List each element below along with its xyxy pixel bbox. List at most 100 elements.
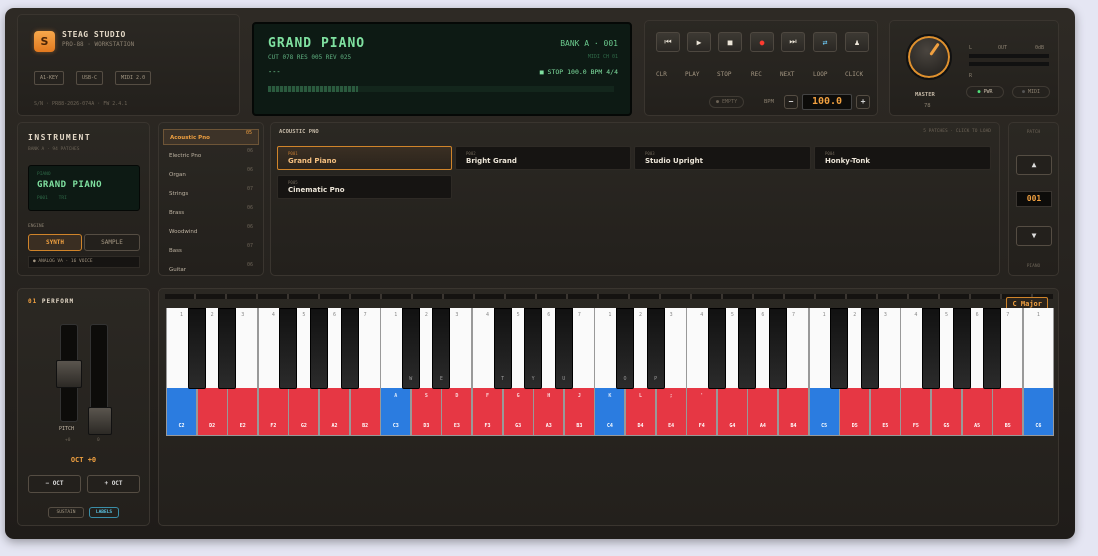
black-key[interactable]: P	[646, 308, 665, 389]
black-key[interactable]: U	[554, 308, 573, 389]
instrument-title: INSTRUMENT	[28, 133, 92, 142]
tag-midi: MIDI 2.0	[115, 71, 152, 85]
category-strings[interactable]: Strings 07	[163, 186, 259, 202]
category-guitar[interactable]: Guitar 06	[163, 262, 259, 275]
key-note-label: A5	[974, 423, 981, 429]
stop-label: STOP	[717, 71, 732, 78]
master-volume-knob[interactable]	[906, 34, 952, 80]
key-note-label: D2	[209, 423, 216, 429]
key-note-label: F3	[484, 423, 491, 429]
instrument-lcd: PIANO GRAND PIANO P001 TRI	[28, 165, 140, 211]
black-key[interactable]: W	[401, 308, 420, 389]
rec-label: REC	[751, 71, 762, 78]
display-meter	[268, 86, 614, 92]
white-key-c6[interactable]: 1 C6	[1022, 308, 1054, 436]
brand-panel: S STEAG STUDIO PRO-88 · WORKSTATION A1-K…	[17, 14, 240, 116]
play-label: PLAY	[685, 71, 700, 78]
black-key[interactable]	[952, 308, 971, 389]
loop-button[interactable]: ⇄	[813, 32, 837, 52]
bpm-value[interactable]: 100.0	[802, 94, 852, 110]
patch-studio-upright[interactable]: P003 Studio Upright	[634, 146, 811, 170]
pitch-wheel[interactable]	[56, 324, 82, 422]
black-key[interactable]	[830, 308, 849, 389]
sample-engine-button[interactable]: SAMPLE	[84, 234, 140, 251]
patch-name: Studio Upright	[645, 157, 703, 165]
key-note-cap: E5	[870, 388, 900, 435]
category-bass[interactable]: Bass 07	[163, 243, 259, 259]
skip-forward-icon: ⏭	[789, 37, 797, 46]
key-note-label: C5	[821, 423, 828, 429]
key-shortcut-label: H	[547, 393, 551, 399]
next-button[interactable]: ⏭	[781, 32, 805, 52]
black-key[interactable]	[707, 308, 726, 389]
key-note-label: E2	[239, 423, 246, 429]
clear-button[interactable]: ⏮	[656, 32, 680, 52]
black-key[interactable]	[922, 308, 940, 389]
key-note-cap: A5	[962, 388, 992, 435]
patch-honky-tonk[interactable]: P004 Honky-Tonk	[814, 146, 991, 170]
key-note-label: D3	[423, 423, 430, 429]
pitch-wheel-thumb[interactable]	[56, 360, 82, 388]
patch-number-display: 001	[1016, 191, 1052, 207]
black-key[interactable]	[860, 308, 879, 389]
play-button[interactable]: ▶	[687, 32, 711, 52]
patch-name: Bright Grand	[466, 157, 517, 165]
category-electric-pno[interactable]: Electric Pno 06	[163, 148, 259, 164]
category-woodwind[interactable]: Woodwind 06	[163, 224, 259, 240]
stop-icon: ■	[727, 37, 733, 47]
black-key[interactable]: E	[432, 308, 451, 389]
power-label: PWR	[983, 89, 993, 95]
stop-button[interactable]: ■	[718, 32, 742, 52]
key-note-cap: F F3	[473, 388, 503, 435]
black-key[interactable]: T	[493, 308, 512, 389]
record-button[interactable]: ●	[750, 32, 774, 52]
key-note-cap: ' F4	[687, 388, 717, 435]
out-db-label: 0dB	[1035, 45, 1045, 51]
display-line3: ---	[268, 68, 281, 76]
black-key[interactable]	[218, 308, 237, 389]
category-count: 07	[246, 186, 253, 192]
black-key[interactable]	[340, 308, 359, 389]
key-note-cap: F2	[258, 388, 288, 435]
master-label: MASTER	[915, 92, 935, 98]
pitch-value: +0	[65, 438, 71, 443]
sustain-toggle[interactable]: SUSTAIN	[48, 507, 84, 518]
mod-wheel[interactable]	[88, 324, 112, 435]
black-key[interactable]	[769, 308, 787, 389]
key-note-cap: H A3	[534, 388, 564, 435]
octave-up-button[interactable]: + OCT	[87, 475, 140, 493]
empty-indicator: ● EMPTY	[709, 96, 745, 108]
category-brass[interactable]: Brass 06	[163, 205, 259, 221]
bpm-increment-button[interactable]: +	[856, 95, 870, 109]
bpm-decrement-button[interactable]: −	[784, 95, 798, 109]
black-key[interactable]: O	[616, 308, 634, 389]
black-key[interactable]: Y	[524, 308, 543, 389]
black-key[interactable]	[310, 308, 328, 389]
labels-toggle[interactable]: LABELS	[89, 507, 119, 518]
patch-up-button[interactable]: ▲	[1016, 155, 1052, 175]
brand-name: STEAG STUDIO	[62, 30, 126, 39]
patch-grand-piano[interactable]: P001 Grand Piano	[277, 146, 452, 170]
synth-engine-button[interactable]: SYNTH	[28, 234, 82, 251]
patch-name: Honky-Tonk	[825, 157, 871, 165]
category-acoustic-pno[interactable]: Acoustic Pno 05	[163, 129, 259, 145]
key-note-label: F2	[270, 423, 277, 429]
key-shortcut-label: G	[516, 393, 520, 399]
patch-cinematic-pno[interactable]: P005 Cinematic Pno	[277, 175, 452, 199]
black-key[interactable]	[279, 308, 298, 389]
key-note-cap: A4	[748, 388, 778, 435]
patch-down-button[interactable]: ▼	[1016, 226, 1052, 246]
engine-voice-info: ● ANALOG VA · 16 VOICE	[28, 256, 140, 268]
octave-down-button[interactable]: − OCT	[28, 475, 81, 493]
patch-bright-grand[interactable]: P002 Bright Grand	[455, 146, 631, 170]
black-key[interactable]	[983, 308, 1002, 389]
key-note-cap: C5	[809, 388, 839, 435]
category-organ[interactable]: Organ 06	[163, 167, 259, 183]
black-key[interactable]	[187, 308, 206, 389]
category-count: 06	[246, 167, 253, 173]
click-button[interactable]: ♟	[845, 32, 869, 52]
loop-label: LOOP	[813, 71, 828, 78]
black-key[interactable]	[738, 308, 757, 389]
mod-wheel-thumb[interactable]	[88, 407, 112, 435]
key-note-cap: G2	[289, 388, 319, 435]
